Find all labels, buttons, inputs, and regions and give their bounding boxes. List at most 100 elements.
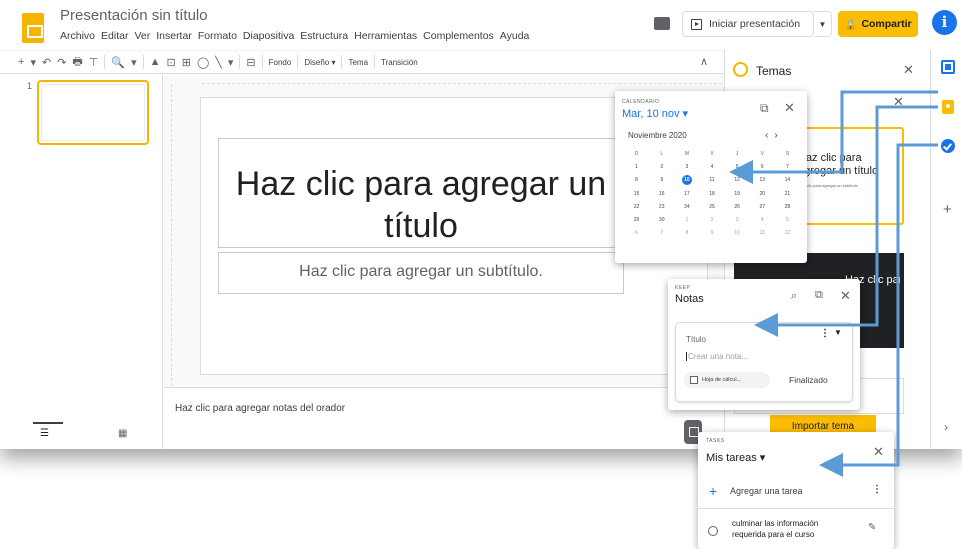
calendar-date-selector[interactable]: Mar, 10 nov ▾ — [622, 107, 688, 120]
calendar-day[interactable]: 11 — [750, 229, 775, 237]
tasks-icon[interactable] — [941, 139, 955, 153]
menu-editar[interactable]: Editar — [101, 30, 128, 42]
calendar-day[interactable]: 3 — [674, 163, 699, 171]
calendar-icon[interactable] — [941, 60, 955, 74]
calendar-day[interactable]: 22 — [624, 203, 649, 211]
menu-estructura[interactable]: Estructura — [300, 30, 348, 42]
calendar-day[interactable]: 5 — [775, 216, 800, 224]
calendar-day[interactable]: 16 — [649, 190, 674, 198]
slide-thumbnail[interactable] — [37, 80, 149, 145]
more-options-icon[interactable]: ⋮ — [820, 328, 830, 339]
layout-button[interactable]: Diseño ▾ — [304, 58, 335, 67]
calendar-day[interactable]: 8 — [674, 229, 699, 237]
task-checkbox[interactable] — [708, 526, 718, 536]
calendar-day[interactable]: 29 — [624, 216, 649, 224]
menu-ayuda[interactable]: Ayuda — [500, 30, 530, 42]
background-button[interactable]: Fondo — [269, 58, 292, 67]
calendar-day[interactable]: 9 — [649, 176, 674, 184]
close-icon[interactable]: ✕ — [784, 100, 795, 116]
chevron-right-icon[interactable]: › — [944, 420, 948, 434]
comment-icon[interactable] — [654, 17, 670, 30]
add-task-button[interactable]: Agregar una tarea — [730, 486, 803, 496]
menu-complementos[interactable]: Complementos — [423, 30, 494, 42]
collapse-toolbar-icon[interactable]: ∧ — [700, 55, 708, 68]
calendar-day[interactable]: 26 — [725, 203, 750, 211]
menu-formato[interactable]: Formato — [198, 30, 237, 42]
plus-icon[interactable]: + — [709, 483, 717, 499]
zoom-icon[interactable]: 🔍 — [111, 56, 125, 69]
shape-icon[interactable]: ◯ — [197, 56, 209, 69]
calendar-day[interactable]: 10 — [725, 229, 750, 237]
calendar-day[interactable]: 21 — [775, 190, 800, 198]
calendar-day[interactable]: 12 — [775, 229, 800, 237]
attachment-chip[interactable]: Hoja de cálcul... — [684, 372, 770, 388]
calendar-day[interactable]: 24 — [674, 203, 699, 211]
calendar-day[interactable]: 20 — [750, 190, 775, 198]
calendar-day[interactable]: 19 — [725, 190, 750, 198]
add-addon-icon[interactable]: + — [943, 201, 952, 218]
transition-button[interactable]: Transición — [381, 58, 418, 67]
note-title-field[interactable]: Título — [686, 335, 706, 344]
calendar-day[interactable]: 4 — [750, 216, 775, 224]
chevron-left-icon[interactable]: ‹ — [765, 130, 774, 141]
speaker-notes[interactable]: Haz clic para agregar notas del orador — [175, 403, 345, 414]
calendar-day[interactable]: 6 — [750, 163, 775, 171]
slides-logo-icon[interactable] — [22, 13, 44, 43]
theme-button[interactable]: Tema — [348, 58, 368, 67]
redo-icon[interactable]: ↷ — [57, 56, 66, 69]
more-options-icon[interactable]: ⋮ — [872, 484, 882, 495]
pin-icon[interactable]: ▼ — [834, 328, 842, 337]
calendar-day[interactable]: 7 — [775, 163, 800, 171]
calendar-day[interactable]: 9 — [699, 229, 724, 237]
calendar-day[interactable]: 4 — [699, 163, 724, 171]
calendar-day[interactable]: 15 — [624, 190, 649, 198]
menu-archivo[interactable]: Archivo — [60, 30, 95, 42]
calendar-day[interactable]: 17 — [674, 190, 699, 198]
open-in-new-icon[interactable]: ⧉ — [815, 289, 823, 302]
avatar[interactable]: i — [932, 10, 957, 35]
line-dropdown-icon[interactable]: ▾ — [228, 56, 234, 69]
image-icon[interactable]: ⊞ — [182, 56, 191, 69]
slide-subtitle-placeholder[interactable]: Haz clic para agregar un subtítulo. — [218, 252, 624, 294]
calendar-day[interactable]: 23 — [649, 203, 674, 211]
calendar-day[interactable]: 1 — [674, 216, 699, 224]
menu-diapositiva[interactable]: Diapositiva — [243, 30, 294, 42]
filmstrip-view-icon[interactable]: ☰ — [40, 428, 49, 439]
done-button[interactable]: Finalizado — [789, 375, 828, 385]
select-cursor-icon[interactable]: ▲ — [150, 56, 161, 68]
calendar-day[interactable]: 28 — [775, 203, 800, 211]
print-icon[interactable]: 🖶 — [72, 53, 82, 72]
slide-title-placeholder[interactable]: Haz clic para agregar un título — [218, 138, 624, 248]
chevron-right-icon[interactable]: › — [774, 130, 783, 141]
note-body-field[interactable]: Crear una nota... — [686, 352, 748, 361]
calendar-day[interactable]: 12 — [725, 176, 750, 184]
close-icon[interactable]: ✕ — [840, 288, 851, 304]
new-slide-icon[interactable]: + — [18, 56, 24, 68]
grid-view-icon[interactable]: ▦ — [118, 428, 127, 439]
paint-format-icon[interactable]: ⊤ — [89, 56, 99, 69]
undo-icon[interactable]: ↶ — [42, 56, 51, 69]
share-button[interactable]: 🔒 Compartir — [838, 11, 918, 37]
open-in-new-icon[interactable]: ⧉ — [760, 101, 769, 116]
calendar-day[interactable]: 2 — [649, 163, 674, 171]
close-icon[interactable]: ✕ — [893, 94, 904, 110]
notes-divider[interactable] — [164, 387, 724, 395]
menu-ver[interactable]: Ver — [134, 30, 150, 42]
calendar-day[interactable]: 3 — [725, 216, 750, 224]
present-dropdown-button[interactable]: ▼ — [814, 11, 832, 37]
line-icon[interactable]: ╲ — [215, 56, 222, 69]
present-button[interactable]: Iniciar presentación — [682, 11, 814, 37]
calendar-day[interactable]: 18 — [699, 190, 724, 198]
task-text[interactable]: culminar las información requerida para … — [732, 518, 852, 540]
calendar-day[interactable]: 7 — [649, 229, 674, 237]
search-icon[interactable]: ⌕ — [791, 290, 797, 303]
calendar-day[interactable]: 5 — [725, 163, 750, 171]
calendar-day[interactable]: 30 — [649, 216, 674, 224]
text-box-icon[interactable]: ⊡ — [167, 56, 176, 69]
calendar-day[interactable]: 27 — [750, 203, 775, 211]
zoom-dropdown-icon[interactable]: ▾ — [131, 56, 137, 69]
tasks-list-selector[interactable]: Mis tareas ▾ — [706, 451, 765, 464]
calendar-day[interactable]: 25 — [699, 203, 724, 211]
calendar-day[interactable]: 11 — [699, 176, 724, 184]
menu-herramientas[interactable]: Herramientas — [354, 30, 417, 42]
